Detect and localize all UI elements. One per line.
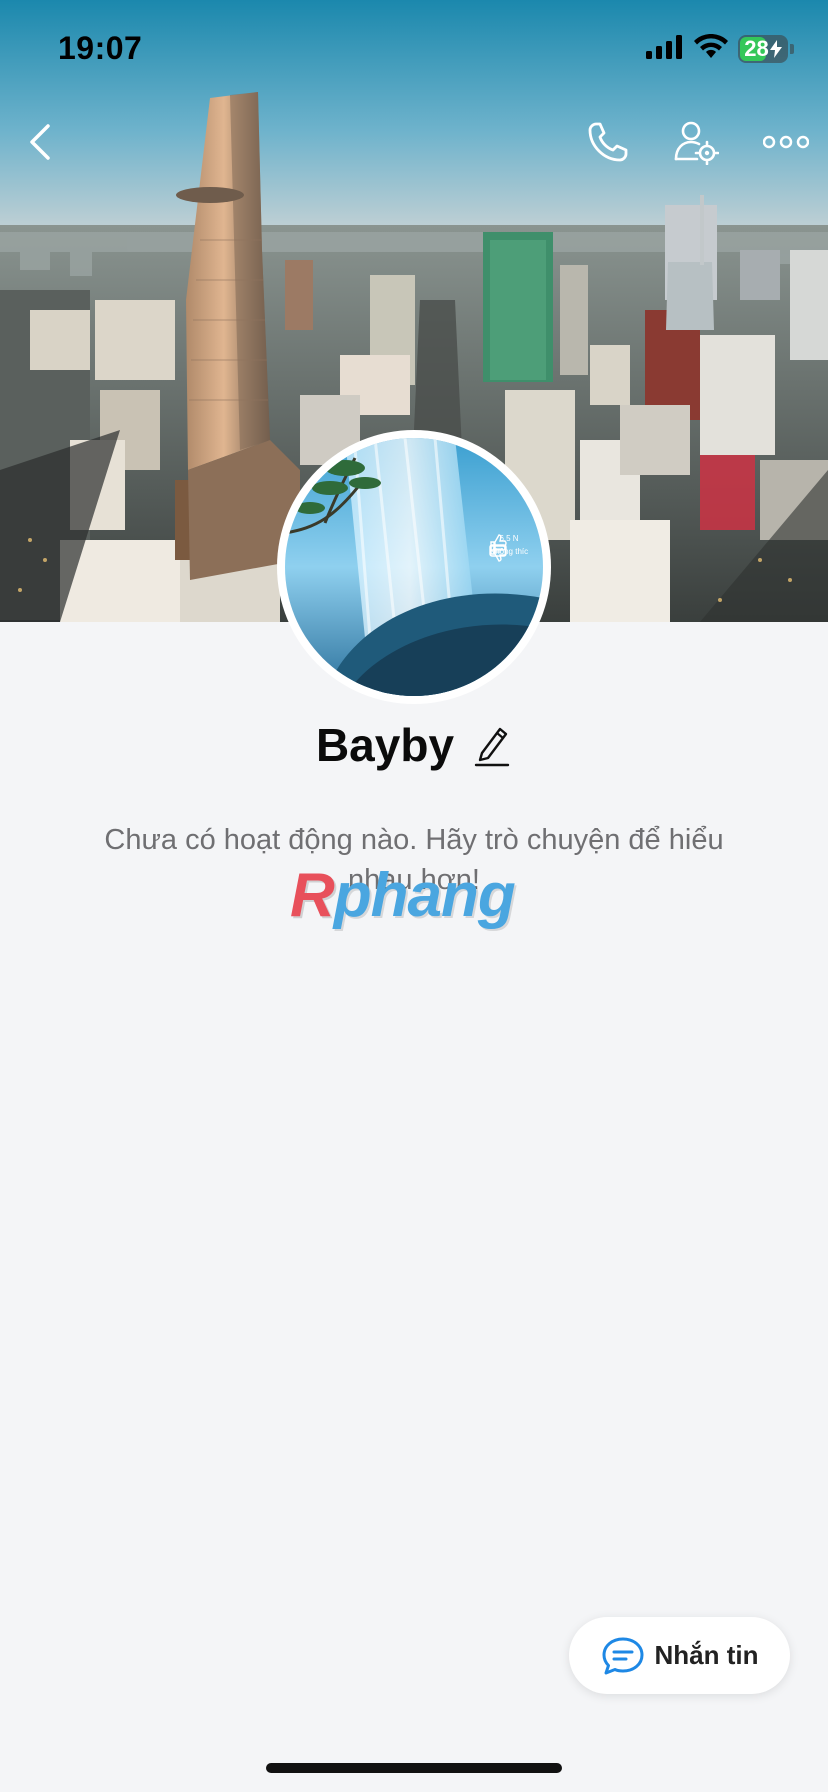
message-button-label: Nhắn tin	[654, 1640, 759, 1670]
profile-settings-button[interactable]	[666, 112, 726, 172]
watermark-logo: Rphang	[290, 860, 540, 930]
call-button[interactable]	[578, 112, 638, 172]
cellular-signal-icon	[646, 34, 684, 64]
charging-bolt-icon	[769, 40, 782, 58]
back-chevron-icon	[30, 124, 50, 160]
watermark-first-letter: R	[290, 860, 335, 930]
home-indicator[interactable]	[266, 1763, 562, 1773]
status-time: 19:07	[58, 30, 143, 66]
avatar[interactable]: 6,5 N Không thíc	[277, 430, 551, 704]
waterfall-image	[285, 438, 543, 696]
more-icon	[763, 135, 809, 149]
status-icons: 28	[646, 33, 794, 65]
message-button[interactable]: Nhắn tin	[569, 1617, 790, 1694]
wifi-icon	[694, 33, 728, 65]
user-settings-icon	[674, 121, 719, 165]
back-button[interactable]	[10, 112, 70, 172]
status-bar: 19:07 28	[0, 0, 828, 100]
profile-name-row: Bayby	[0, 718, 828, 772]
video-overlay: 6,5 N Không thíc	[489, 534, 529, 562]
profile-name: Bayby	[315, 719, 455, 771]
battery-cap	[790, 44, 794, 54]
battery-level-text: 28	[744, 36, 769, 61]
chat-bubble-icon	[602, 1637, 643, 1674]
watermark-rest: phang	[333, 860, 516, 930]
comment-icon	[489, 544, 507, 557]
edit-name-button[interactable]	[472, 721, 512, 769]
avatar-image: 6,5 N Không thíc	[285, 438, 543, 696]
pencil-icon	[474, 727, 510, 767]
more-options-button[interactable]	[756, 112, 816, 172]
battery-charging-icon: 28	[738, 35, 788, 63]
phone-icon	[588, 122, 628, 162]
